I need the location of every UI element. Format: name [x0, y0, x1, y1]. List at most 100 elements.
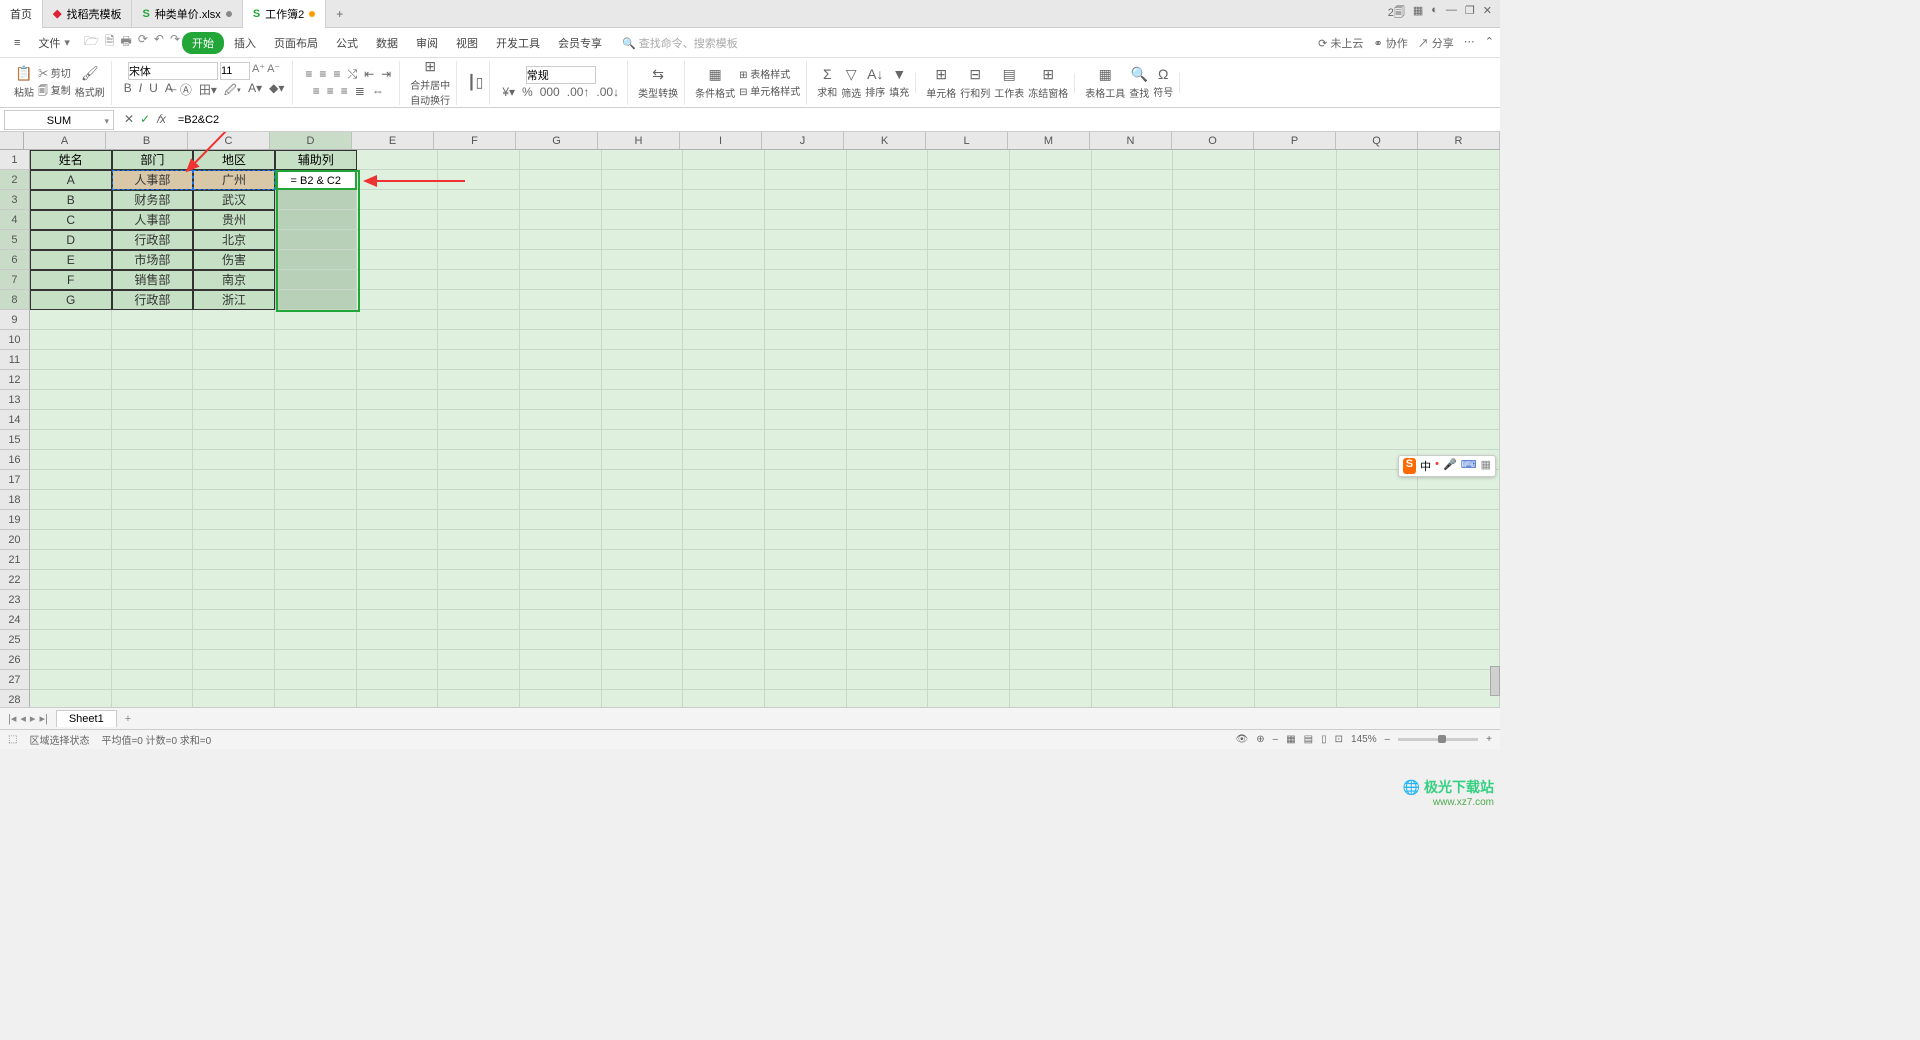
zoom-icon[interactable]: ⊕ — [1256, 734, 1264, 745]
cell[interactable] — [1418, 210, 1500, 230]
zoom-slider[interactable] — [1398, 738, 1478, 741]
cell[interactable] — [1010, 530, 1092, 550]
cell[interactable] — [30, 310, 112, 330]
cell[interactable] — [602, 470, 684, 490]
cell[interactable] — [683, 290, 765, 310]
cell[interactable] — [602, 210, 684, 230]
cell[interactable] — [1337, 550, 1419, 570]
cell[interactable] — [275, 370, 357, 390]
cell[interactable] — [847, 330, 929, 350]
cell[interactable] — [683, 430, 765, 450]
cell[interactable]: 地区 — [193, 150, 275, 170]
cell[interactable] — [602, 290, 684, 310]
cell[interactable] — [683, 590, 765, 610]
cell[interactable] — [438, 290, 520, 310]
cell[interactable] — [765, 490, 847, 510]
cell[interactable] — [765, 650, 847, 670]
cell[interactable] — [112, 650, 194, 670]
cell[interactable] — [275, 390, 357, 410]
cell[interactable] — [847, 270, 929, 290]
cell[interactable] — [1418, 370, 1500, 390]
cell[interactable] — [438, 170, 520, 190]
cell[interactable] — [112, 430, 194, 450]
cell[interactable]: 南京 — [193, 270, 275, 290]
cell[interactable] — [112, 370, 194, 390]
zoom-in[interactable]: + — [1486, 734, 1492, 745]
cell[interactable] — [1255, 150, 1337, 170]
menu-view[interactable]: 视图 — [448, 31, 486, 55]
cell[interactable] — [928, 170, 1010, 190]
cell[interactable] — [1010, 630, 1092, 650]
sheet-tab[interactable]: Sheet1 — [56, 710, 117, 727]
col-header[interactable]: B — [106, 132, 188, 149]
cell[interactable]: 部门 — [112, 150, 194, 170]
command-search[interactable]: 🔍 查找命令、搜索模板 — [622, 35, 738, 51]
col-header[interactable]: F — [434, 132, 516, 149]
col-header[interactable]: D — [270, 132, 352, 149]
align-mid[interactable]: ≡ — [317, 66, 328, 83]
cell[interactable] — [1337, 590, 1419, 610]
page-view-icon[interactable]: ▤ — [1304, 734, 1313, 745]
cell[interactable] — [928, 470, 1010, 490]
cell[interactable] — [438, 670, 520, 690]
cell[interactable] — [1255, 330, 1337, 350]
cell[interactable] — [1173, 470, 1255, 490]
cell[interactable] — [1010, 290, 1092, 310]
cell[interactable] — [520, 570, 602, 590]
cell[interactable] — [928, 490, 1010, 510]
cell[interactable] — [275, 450, 357, 470]
print-icon[interactable]: 🖶 — [121, 32, 132, 53]
cell[interactable] — [765, 690, 847, 707]
cell[interactable] — [683, 190, 765, 210]
cell[interactable] — [765, 630, 847, 650]
cell[interactable] — [275, 630, 357, 650]
row-header[interactable]: 28 — [0, 690, 30, 707]
sheet-button[interactable]: ▤工作表 — [994, 66, 1024, 100]
cell[interactable] — [357, 530, 439, 550]
cell[interactable] — [847, 450, 929, 470]
cell[interactable] — [112, 510, 194, 530]
row-header[interactable]: 25 — [0, 630, 30, 650]
row-header[interactable]: 20 — [0, 530, 30, 550]
cell[interactable] — [1092, 650, 1174, 670]
cell[interactable] — [683, 270, 765, 290]
cell[interactable] — [602, 410, 684, 430]
cell[interactable] — [193, 450, 275, 470]
nav-next-icon[interactable]: ▸ — [30, 712, 36, 725]
cell[interactable] — [275, 530, 357, 550]
row-header[interactable]: 14 — [0, 410, 30, 430]
number-format-select[interactable] — [526, 66, 596, 84]
cell[interactable] — [683, 350, 765, 370]
cell[interactable] — [1173, 350, 1255, 370]
cell[interactable] — [30, 430, 112, 450]
cell[interactable] — [928, 190, 1010, 210]
cell[interactable] — [112, 310, 194, 330]
cell[interactable] — [1173, 410, 1255, 430]
accept-icon[interactable]: ✓ — [140, 112, 150, 127]
cell[interactable]: 人事部 — [112, 170, 194, 190]
cell[interactable] — [602, 190, 684, 210]
cell[interactable] — [30, 330, 112, 350]
percent-button[interactable]: % — [520, 84, 535, 100]
cell[interactable] — [683, 310, 765, 330]
cell[interactable] — [438, 450, 520, 470]
cell[interactable] — [847, 390, 929, 410]
cell[interactable] — [765, 330, 847, 350]
cell[interactable] — [357, 310, 439, 330]
font-color[interactable]: A▾ — [246, 80, 264, 103]
cells-button[interactable]: ⊞单元格 — [926, 66, 956, 100]
cell[interactable] — [275, 670, 357, 690]
cell[interactable] — [357, 150, 439, 170]
cell[interactable] — [275, 470, 357, 490]
cell[interactable] — [357, 550, 439, 570]
align-right[interactable]: ≡ — [339, 83, 350, 99]
cell[interactable] — [1173, 150, 1255, 170]
cell[interactable] — [1173, 590, 1255, 610]
cell[interactable] — [357, 630, 439, 650]
cell[interactable] — [1418, 630, 1500, 650]
row-header[interactable]: 10 — [0, 330, 30, 350]
cell[interactable] — [1255, 590, 1337, 610]
cell[interactable] — [112, 570, 194, 590]
cell[interactable] — [438, 690, 520, 707]
cell[interactable] — [357, 410, 439, 430]
